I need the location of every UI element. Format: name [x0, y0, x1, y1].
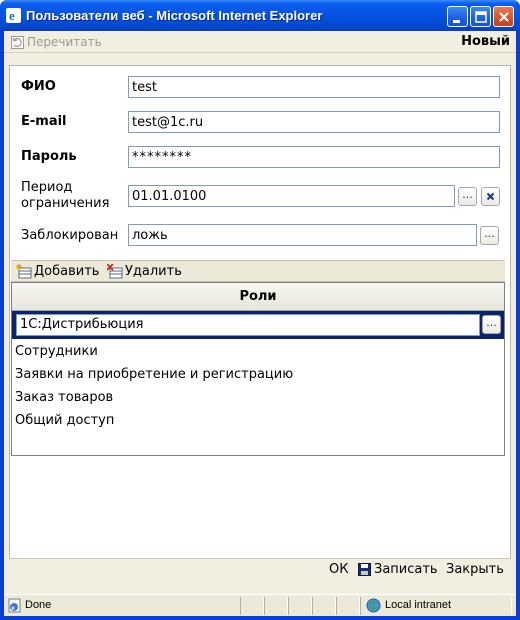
minimize-icon — [453, 20, 460, 23]
internet-explorer-icon: e — [6, 8, 21, 23]
status-segment — [312, 597, 336, 615]
table-row[interactable]: Сотрудники — [12, 341, 504, 364]
status-bar: e Done Local intranet — [4, 594, 516, 616]
password-label: Пароль — [21, 149, 77, 164]
delete-row-icon — [107, 264, 123, 279]
zone-text: Local intranet — [385, 599, 452, 611]
password-input[interactable]: ******** — [128, 146, 500, 168]
client-area: Перечитать Новый ФИО test E-mail test@1c… — [4, 31, 516, 594]
email-label: E-mail — [21, 114, 67, 129]
ok-label: ОК — [329, 562, 349, 577]
table-row[interactable]: Общий доступ — [12, 410, 504, 433]
delete-role-label: Удалить — [125, 264, 182, 279]
status-text: Done — [25, 599, 52, 611]
delete-role-button[interactable]: Удалить — [107, 263, 182, 280]
role-select-button[interactable]: ... — [482, 315, 501, 334]
close-window-button[interactable] — [493, 6, 514, 27]
browser-window: e Пользователи веб - Microsoft Internet … — [0, 0, 520, 620]
blocked-label: Заблокирован — [21, 228, 119, 243]
add-role-button[interactable]: Добавить — [16, 263, 99, 280]
title-bar[interactable]: e Пользователи веб - Microsoft Internet … — [0, 0, 520, 31]
window-title: Пользователи веб - Microsoft Internet Ex… — [26, 8, 323, 23]
period-clear-button[interactable] — [481, 187, 500, 206]
period-label-line1: Период — [21, 180, 73, 195]
close-form-button[interactable]: Закрыть — [446, 562, 504, 577]
reread-button[interactable]: Перечитать — [11, 34, 102, 50]
roles-toolbar: Добавить Удалить — [11, 260, 505, 282]
svg-text:e: e — [9, 8, 15, 23]
svg-text:e: e — [12, 604, 15, 612]
roles-table: Роли 1С:Дистрибьюция ... Сотрудники Заяв… — [11, 282, 505, 456]
save-button[interactable]: Записать — [358, 562, 438, 577]
blocked-input[interactable]: ложь — [128, 224, 477, 246]
status-segment — [264, 597, 288, 615]
floppy-disk-icon — [358, 563, 371, 576]
minimize-button[interactable] — [447, 6, 468, 27]
period-date-input[interactable]: 01.01.0100 — [128, 185, 455, 207]
add-row-icon — [16, 264, 32, 279]
refresh-icon — [11, 35, 24, 49]
status-segment — [240, 597, 264, 615]
close-label: Закрыть — [446, 562, 504, 577]
maximize-button[interactable] — [470, 6, 491, 27]
roles-column-header[interactable]: Роли — [12, 283, 504, 311]
period-label-line2: ограничения — [21, 196, 110, 211]
blocked-select-button[interactable]: ... — [480, 226, 499, 245]
action-bar: ОК Записать Закрыть — [9, 558, 511, 580]
save-label: Записать — [374, 562, 438, 577]
role-edit-input[interactable]: 1С:Дистрибьюция — [16, 314, 480, 336]
add-role-label: Добавить — [34, 264, 100, 279]
status-segment — [336, 597, 360, 615]
status-segment — [288, 597, 312, 615]
fio-label: ФИО — [21, 79, 56, 94]
fio-input[interactable]: test — [128, 76, 500, 98]
table-row[interactable]: Заявки на приобретение и регистрацию — [12, 364, 504, 387]
period-select-button[interactable]: ... — [458, 187, 477, 206]
table-row[interactable]: Заказ товаров — [12, 387, 504, 410]
ok-button[interactable]: ОК — [329, 562, 348, 577]
form-panel: ФИО test E-mail test@1c.ru Пароль ******… — [9, 65, 511, 580]
table-row-selected[interactable]: 1С:Дистрибьюция ... — [12, 311, 504, 339]
email-input[interactable]: test@1c.ru — [128, 111, 500, 133]
clear-icon — [486, 192, 495, 201]
close-icon — [499, 12, 509, 22]
page-done-icon: e — [8, 598, 21, 613]
local-intranet-icon — [366, 598, 381, 613]
mode-label: Новый — [461, 34, 510, 49]
top-toolbar: Перечитать Новый — [4, 31, 516, 53]
reread-label: Перечитать — [27, 35, 102, 49]
maximize-icon — [475, 11, 487, 23]
